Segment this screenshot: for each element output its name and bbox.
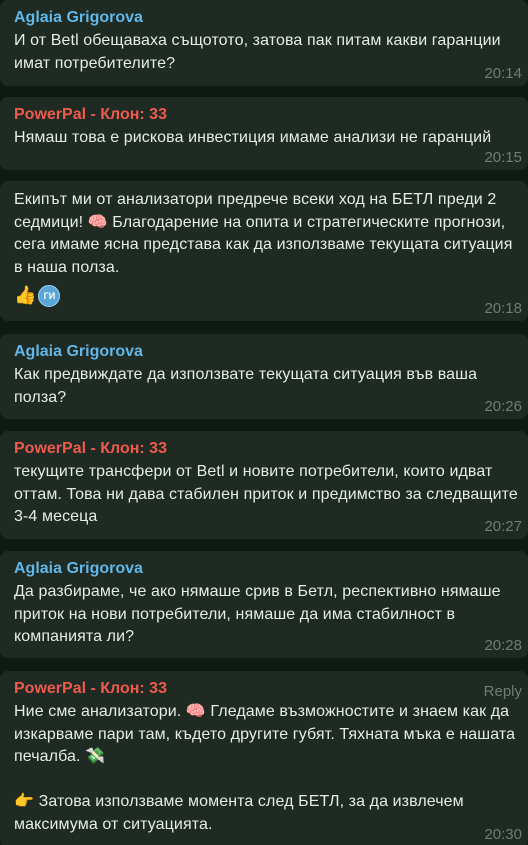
message-reactions[interactable]: 👍 ГИ bbox=[14, 285, 518, 307]
message-time: 20:26 bbox=[484, 398, 522, 415]
message-sender[interactable]: PowerPal - Клон: 33 bbox=[14, 679, 518, 699]
message-bubble[interactable]: Aglaia Grigorova Как предвиждате да изпо… bbox=[0, 334, 528, 419]
message-time: 20:15 bbox=[484, 149, 522, 166]
message-sender[interactable]: PowerPal - Клон: 33 bbox=[14, 105, 518, 125]
message-sender[interactable]: Aglaia Grigorova bbox=[14, 8, 518, 28]
message-sender[interactable]: Aglaia Grigorova bbox=[14, 559, 518, 579]
reply-button[interactable]: Reply bbox=[484, 683, 522, 700]
message-bubble[interactable]: Aglaia Grigorova Да разбираме, че ако ня… bbox=[0, 551, 528, 658]
message-time: 20:30 bbox=[484, 826, 522, 843]
message-text: Екипът ми от анализатори предрече всеки … bbox=[14, 191, 518, 276]
message-text: Как предвиждате да използвате текущата с… bbox=[14, 366, 482, 406]
message-sender[interactable]: Aglaia Grigorova bbox=[14, 342, 518, 362]
message-text: Да разбираме, че ако нямаше срив в Бетл,… bbox=[14, 583, 506, 645]
message-bubble[interactable]: PowerPal - Клон: 33 текущите трансфери о… bbox=[0, 431, 528, 539]
reaction-avatar[interactable]: ГИ bbox=[38, 285, 61, 307]
message-bubble[interactable]: Aglaia Grigorova И от Betl обещаваха същ… bbox=[0, 0, 528, 86]
message-text: Ние сме анализатори. 🧠 Гледаме възможнос… bbox=[14, 703, 516, 833]
message-bubble[interactable]: Екипът ми от анализатори предрече всеки … bbox=[0, 181, 528, 321]
chat-message-list[interactable]: Aglaia Grigorova И от Betl обещаваха същ… bbox=[0, 0, 528, 845]
message-bubble[interactable]: PowerPal - Клон: 33 Нямаш това е рискова… bbox=[0, 97, 528, 170]
message-text: И от Betl обещаваха същотото, затова пак… bbox=[14, 32, 506, 72]
message-time: 20:28 bbox=[484, 637, 522, 654]
message-sender[interactable]: PowerPal - Клон: 33 bbox=[14, 439, 518, 459]
thumbs-up-icon[interactable]: 👍 bbox=[14, 285, 36, 307]
message-text: Нямаш това е рискова инвестиция имаме ан… bbox=[14, 129, 492, 146]
message-time: 20:14 bbox=[484, 65, 522, 82]
message-time: 20:18 bbox=[484, 300, 522, 317]
message-text: текущите трансфери от Betl и новите потр… bbox=[14, 463, 523, 525]
message-time: 20:27 bbox=[484, 518, 522, 535]
message-bubble[interactable]: PowerPal - Клон: 33 Reply Ние сме анализ… bbox=[0, 671, 528, 845]
